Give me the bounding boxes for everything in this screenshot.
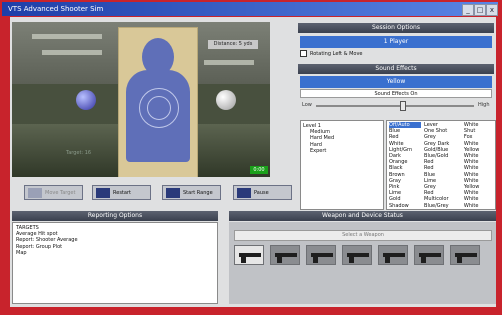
ceiling-light — [32, 34, 102, 39]
pause-button[interactable]: Pause — [233, 185, 292, 200]
range-corner-text: Target: 16 — [66, 150, 92, 156]
pistol-weapon-icon[interactable] — [234, 245, 264, 265]
reporting-list[interactable]: TARGETS Average Hit spot Report: Shooter… — [12, 222, 218, 304]
session-options-header: Session Options — [298, 23, 494, 33]
blue-sphere-icon — [76, 90, 96, 110]
target-ring — [147, 96, 171, 120]
grid-cell[interactable]: Dark — [424, 209, 461, 210]
weapon-grip — [277, 256, 282, 263]
weapon-status-header: Weapon and Device Status — [229, 211, 496, 221]
move-icon — [28, 188, 42, 198]
rifle-weapon-icon[interactable] — [270, 245, 300, 265]
smg-weapon-icon[interactable] — [414, 245, 444, 265]
checkbox[interactable] — [300, 50, 307, 57]
sound-effects-option[interactable]: Sound Effects On — [300, 89, 492, 98]
weapon-grip — [457, 256, 462, 263]
minimize-button[interactable]: _ — [462, 4, 474, 16]
button-label: Pause — [254, 190, 269, 196]
rotating-checkbox-row[interactable]: Rotating Left & Move — [300, 50, 492, 59]
title-bar: VTS Advanced Shooter Sim _ □ x — [2, 2, 498, 16]
report-item[interactable]: Map — [16, 250, 214, 256]
weapon-select-field[interactable]: Select a Weapon — [234, 230, 492, 241]
grid-column-1: Off/Auto Blue Red White Light/Grn Dark Orange B… — [389, 122, 422, 210]
silhouette-target[interactable] — [118, 27, 198, 177]
grid-cell[interactable]: Yellow — [464, 209, 493, 210]
slider-low-label: Low — [302, 102, 312, 108]
shotgun-weapon-icon[interactable] — [306, 245, 336, 265]
reporting-options-header: Reporting Options — [12, 211, 218, 221]
status-indicator: 0:00 — [250, 166, 268, 174]
player-mode-selected[interactable]: 1 Player — [300, 36, 492, 48]
volume-slider-thumb[interactable] — [400, 101, 406, 111]
ceiling-light — [42, 50, 102, 55]
slider-high-label: High — [478, 102, 490, 108]
weapon-grip — [421, 256, 426, 263]
button-label: Start Range — [183, 190, 213, 196]
weapon-grip — [349, 256, 354, 263]
weapon-grip — [241, 256, 246, 263]
start-range-button[interactable]: Start Range — [162, 185, 221, 200]
white-sphere-icon — [216, 90, 236, 110]
close-button[interactable]: x — [486, 4, 498, 16]
tree-item[interactable]: Expert — [303, 148, 381, 154]
difficulty-tree[interactable]: Level 1 Medium Hard Med Hard Expert — [300, 120, 384, 210]
assault-weapon-icon[interactable] — [450, 245, 480, 265]
grid-column-3: White Shut Fox White Yellow White White White Wh… — [464, 122, 493, 210]
window-title: VTS Advanced Shooter Sim — [8, 5, 104, 13]
options-grid[interactable]: Off/Auto Blue Red White Light/Grn Dark Orange B… — [386, 120, 496, 210]
move-target-button[interactable]: Move Target — [24, 185, 83, 200]
restart-icon — [96, 188, 110, 198]
ceiling-light — [204, 60, 254, 65]
carbine-weapon-icon[interactable] — [342, 245, 372, 265]
weapon-grip — [313, 256, 318, 263]
distance-label: Distance: 5 yds — [208, 40, 258, 49]
grid-cell[interactable]: Silver — [389, 209, 421, 210]
grid-column-2: Lever One Shot Grey Grey Dark Gold/Blue Blue/… — [424, 122, 461, 210]
weapon-grip — [385, 256, 390, 263]
restart-button[interactable]: Restart — [92, 185, 151, 200]
shooting-range-view[interactable]: Distance: 5 yds Target: 16 0:00 — [12, 22, 270, 177]
pause-icon — [237, 188, 251, 198]
sound-effects-header: Sound Effects — [298, 64, 494, 74]
button-label: Restart — [113, 190, 131, 196]
sniper-weapon-icon[interactable] — [378, 245, 408, 265]
button-label: Move Target — [45, 190, 76, 196]
checkbox-label: Rotating Left & Move — [310, 51, 363, 57]
maximize-button[interactable]: □ — [474, 4, 486, 16]
play-icon — [166, 188, 180, 198]
color-selected[interactable]: Yellow — [300, 76, 492, 88]
volume-slider-track[interactable] — [316, 105, 474, 107]
